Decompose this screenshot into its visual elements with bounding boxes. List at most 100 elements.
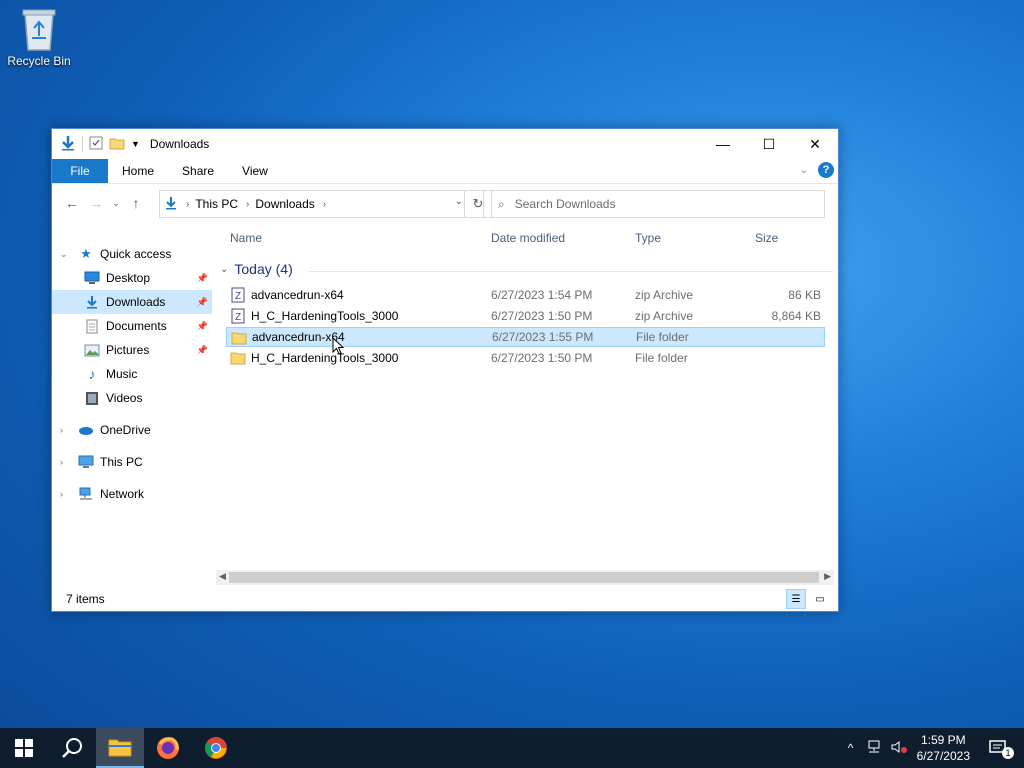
help-icon[interactable]: ? xyxy=(818,162,834,178)
new-folder-icon[interactable] xyxy=(109,135,125,154)
list-item[interactable]: Z advancedrun-x64 6/27/2023 1:54 PM zip … xyxy=(226,285,825,305)
address-dropdown-icon[interactable]: ⌄ xyxy=(455,196,463,207)
chevron-right-icon[interactable]: › xyxy=(60,489,72,499)
clock[interactable]: 1:59 PM 6/27/2023 xyxy=(917,732,970,764)
title-bar[interactable]: ▼ Downloads — ☐ ✕ xyxy=(52,129,838,159)
back-button[interactable]: ← xyxy=(60,195,84,211)
nav-videos[interactable]: Videos xyxy=(52,386,212,410)
forward-button[interactable]: → xyxy=(84,195,108,211)
network-icon xyxy=(78,486,94,502)
pin-icon[interactable]: 📌 xyxy=(197,345,208,356)
recycle-bin-label: Recycle Bin xyxy=(7,54,71,68)
search-input[interactable]: Search Downloads xyxy=(515,197,616,211)
file-size: 8,864 KB xyxy=(771,309,821,323)
computer-icon xyxy=(78,454,94,470)
taskbar-chrome[interactable] xyxy=(192,728,240,768)
minimize-button[interactable]: — xyxy=(700,129,746,159)
nav-this-pc[interactable]: › This PC xyxy=(52,450,212,474)
tab-home[interactable]: Home xyxy=(108,159,168,183)
scrollbar-thumb[interactable] xyxy=(229,572,819,583)
network-icon[interactable] xyxy=(863,740,887,757)
svg-text:Z: Z xyxy=(235,312,241,323)
start-button[interactable] xyxy=(0,728,48,768)
taskbar-firefox[interactable] xyxy=(144,728,192,768)
breadcrumb-this-pc[interactable]: This PC xyxy=(195,197,238,211)
details-view-button[interactable]: ☰ xyxy=(786,589,806,609)
file-name: H_C_HardeningTools_3000 xyxy=(251,351,399,365)
expand-ribbon-icon[interactable]: ⌄ xyxy=(800,165,808,176)
volume-muted-icon[interactable] xyxy=(887,740,911,757)
nav-label: Downloads xyxy=(106,295,166,309)
large-icons-view-button[interactable]: ▭ xyxy=(810,589,830,609)
nav-quick-access[interactable]: ⌄ ★ Quick access xyxy=(52,242,212,266)
file-date: 6/27/2023 1:50 PM xyxy=(491,309,593,323)
cloud-icon xyxy=(78,422,94,438)
nav-music[interactable]: ♪ Music xyxy=(52,362,212,386)
list-item[interactable]: Z H_C_HardeningTools_3000 6/27/2023 1:50… xyxy=(226,306,825,326)
address-bar[interactable]: › This PC › Downloads › ⌄ ↻ xyxy=(159,190,492,218)
file-type: File folder xyxy=(636,330,689,344)
pin-icon[interactable]: 📌 xyxy=(197,321,208,332)
pictures-icon xyxy=(84,342,100,358)
download-arrow-icon xyxy=(60,135,76,154)
chevron-right-icon[interactable]: › xyxy=(60,457,72,467)
nav-pictures[interactable]: Pictures 📌 xyxy=(52,338,212,362)
pin-icon[interactable]: 📌 xyxy=(197,273,208,284)
zip-icon: Z xyxy=(230,308,246,324)
scroll-right-icon[interactable]: ▶ xyxy=(824,571,831,582)
file-type: File folder xyxy=(635,351,688,365)
chevron-down-icon[interactable]: ⌄ xyxy=(60,249,72,260)
nav-desktop[interactable]: Desktop 📌 xyxy=(52,266,212,290)
tab-share[interactable]: Share xyxy=(168,159,228,183)
notification-count: 1 xyxy=(1002,747,1014,759)
horizontal-scrollbar[interactable]: ◀ ▶ xyxy=(216,570,834,585)
nav-label: Music xyxy=(106,367,138,381)
properties-icon[interactable] xyxy=(89,136,103,153)
chrome-icon xyxy=(205,737,227,759)
qat-dropdown-icon[interactable]: ▼ xyxy=(131,139,140,149)
tab-view[interactable]: View xyxy=(228,159,282,183)
chevron-right-icon[interactable]: › xyxy=(323,199,326,210)
file-type: zip Archive xyxy=(635,309,694,323)
item-count: 7 items xyxy=(66,592,105,606)
file-name: advancedrun-x64 xyxy=(252,330,345,344)
chevron-right-icon[interactable]: › xyxy=(186,199,189,210)
nav-downloads[interactable]: Downloads 📌 xyxy=(52,290,212,314)
column-size[interactable]: Size xyxy=(755,231,778,245)
search-button[interactable] xyxy=(48,728,96,768)
chevron-right-icon[interactable]: › xyxy=(246,199,249,210)
column-date-modified[interactable]: Date modified xyxy=(491,231,565,245)
list-item[interactable]: H_C_HardeningTools_3000 6/27/2023 1:50 P… xyxy=(226,348,825,368)
chevron-right-icon[interactable]: › xyxy=(60,425,72,435)
list-item[interactable]: advancedrun-x64 6/27/2023 1:55 PM File f… xyxy=(226,327,825,347)
search-box[interactable]: ⌕ Search Downloads xyxy=(483,190,825,218)
up-button[interactable]: ↑ xyxy=(124,195,148,211)
nav-onedrive[interactable]: › OneDrive xyxy=(52,418,212,442)
maximize-button[interactable]: ☐ xyxy=(746,129,792,159)
clock-date: 6/27/2023 xyxy=(916,749,970,763)
show-hidden-icons-chevron-icon[interactable]: ^ xyxy=(839,741,863,755)
group-header-today[interactable]: ⌄ Today (4) xyxy=(218,261,833,277)
tab-file[interactable]: File xyxy=(52,159,108,183)
column-name[interactable]: Name xyxy=(230,231,262,245)
breadcrumb-downloads[interactable]: Downloads xyxy=(255,197,314,211)
action-center-button[interactable]: 1 xyxy=(984,738,1024,759)
pin-icon[interactable]: 📌 xyxy=(197,297,208,308)
nav-label: Pictures xyxy=(106,343,150,357)
recent-locations-icon[interactable]: ⌄ xyxy=(108,198,124,209)
file-name: H_C_HardeningTools_3000 xyxy=(251,309,399,323)
file-list: Name Date modified Type Size ⌄ Today (4)… xyxy=(218,217,833,587)
recycle-bin-desktop-icon[interactable]: Recycle Bin xyxy=(6,6,72,68)
close-button[interactable]: ✕ xyxy=(792,129,838,159)
nav-label: This PC xyxy=(100,455,143,469)
documents-icon xyxy=(84,318,100,334)
nav-documents[interactable]: Documents 📌 xyxy=(52,314,212,338)
nav-network[interactable]: › Network xyxy=(52,482,212,506)
chevron-down-icon[interactable]: ⌄ xyxy=(220,264,228,275)
column-type[interactable]: Type xyxy=(635,231,661,245)
scroll-left-icon[interactable]: ◀ xyxy=(219,571,226,582)
taskbar-file-explorer[interactable] xyxy=(96,728,144,768)
file-explorer-window: ▼ Downloads — ☐ ✕ File Home Share View ⌄… xyxy=(51,128,839,612)
system-tray: ^ 1:59 PM 6/27/2023 1 xyxy=(839,728,1024,768)
ribbon-tabs: File Home Share View ⌄ ? xyxy=(52,159,838,184)
